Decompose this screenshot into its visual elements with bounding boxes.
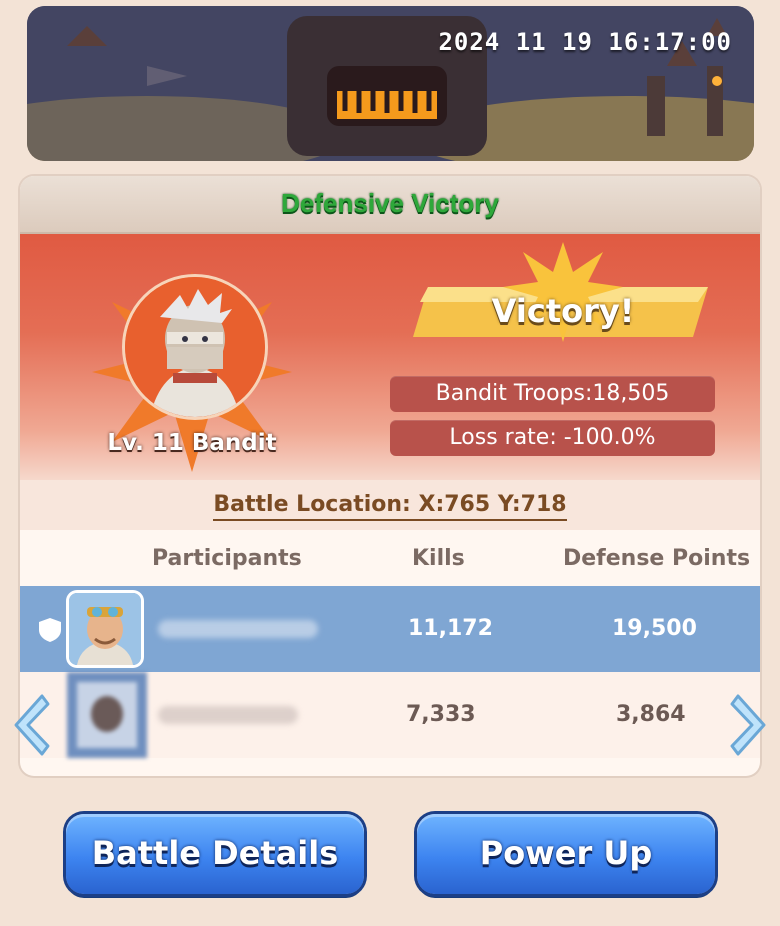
outcome-label: Victory! <box>491 292 635 330</box>
battle-location-link[interactable]: Battle Location: X:765 Y:718 <box>213 492 567 521</box>
battle-banner-image: 2024 11 19 16:17:00 <box>27 6 754 161</box>
victory-badge: Victory! <box>408 242 718 362</box>
participant-name-blurred <box>158 706 298 724</box>
shield-icon <box>39 618 61 642</box>
header-participants: Participants <box>152 546 302 571</box>
result-header: Defensive Victory <box>20 176 760 234</box>
battle-report-card: Defensive Victory Lv. 11 Bandit Victory!… <box>20 176 760 776</box>
kills-value: 11,172 <box>408 616 493 641</box>
arrow-right-icon[interactable] <box>728 690 772 760</box>
participant-name-blurred <box>158 620 318 638</box>
participants-table-header: Participants Kills Defense Points <box>20 530 760 586</box>
kills-value: 7,333 <box>406 702 476 727</box>
participant-avatar[interactable] <box>67 672 147 758</box>
enemy-name: Lv. 11 Bandit <box>107 430 277 456</box>
bandit-avatar <box>122 274 268 420</box>
table-row[interactable]: 11,172 19,500 <box>20 586 760 672</box>
battle-details-button[interactable]: Battle Details <box>66 814 364 894</box>
report-timestamp: 2024 11 19 16:17:00 <box>438 28 732 56</box>
power-up-button[interactable]: Power Up <box>417 814 715 894</box>
participant-avatar[interactable] <box>69 593 141 665</box>
defense-points-value: 3,864 <box>616 702 686 727</box>
battle-summary: Lv. 11 Bandit Victory! Bandit Troops:18,… <box>20 234 760 480</box>
loss-rate-pill: Loss rate: -100.0% <box>390 420 715 456</box>
header-kills: Kills <box>412 546 465 571</box>
defense-points-value: 19,500 <box>612 616 697 641</box>
location-row: Battle Location: X:765 Y:718 <box>20 480 760 530</box>
table-row[interactable]: 7,333 3,864 <box>20 672 760 758</box>
bandit-troops-pill: Bandit Troops:18,505 <box>390 376 715 412</box>
arrow-left-icon[interactable] <box>8 690 52 760</box>
result-title: Defensive Victory <box>281 188 499 218</box>
header-defense-points: Defense Points <box>563 546 751 571</box>
